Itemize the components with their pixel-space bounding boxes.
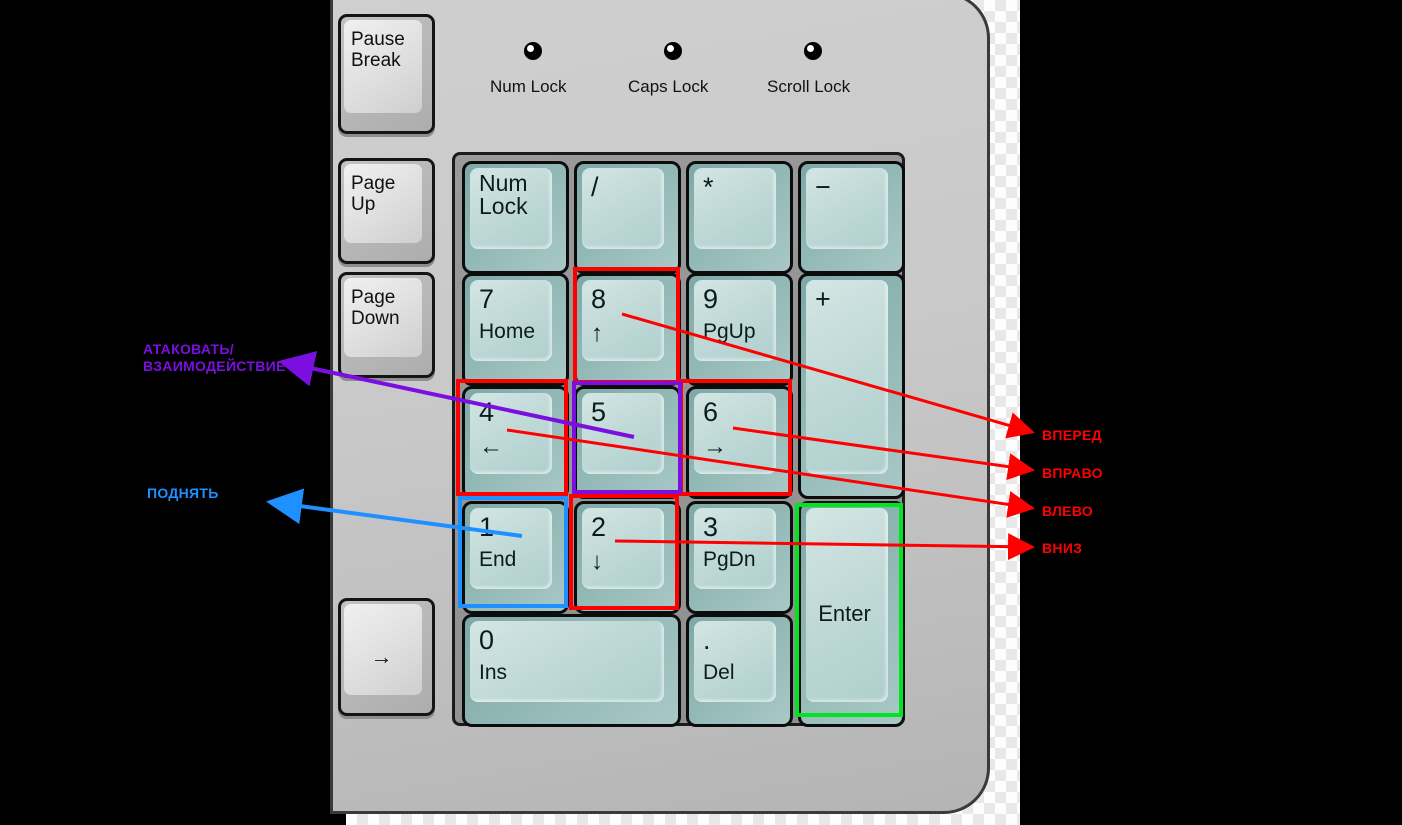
key-2-label: 2: [591, 512, 607, 542]
key-1-end[interactable]: 1 End: [462, 501, 569, 614]
num-lock-led-label: Num Lock: [490, 77, 567, 96]
key-num-lock[interactable]: Num Lock: [462, 161, 569, 274]
key-7-home-sublabel: Home: [479, 320, 536, 343]
key-pause-break-label: Pause Break: [351, 29, 405, 71]
key-4-label: 4: [479, 397, 495, 427]
key-decimal-del[interactable]: . Del: [686, 614, 793, 727]
key-8-up[interactable]: 8 ↑: [574, 273, 681, 386]
key-pause-break[interactable]: Pause Break: [338, 14, 435, 134]
arrow-right-icon: →: [370, 644, 393, 669]
key-page-down-label: Page Down: [351, 287, 400, 329]
arrow-down-icon: ↓: [591, 548, 603, 575]
scroll-lock-led: [804, 42, 822, 60]
key-minus-label: −: [815, 172, 831, 202]
key-9-pgup-sublabel: PgUp: [703, 320, 756, 343]
black-margin-left: [0, 0, 346, 825]
key-7-home[interactable]: 7 Home: [462, 273, 569, 386]
annotation-right-label: ВПРАВО: [1042, 465, 1103, 481]
key-0-ins[interactable]: 0 Ins: [462, 614, 681, 727]
annotation-pickup-label: ПОДНЯТЬ: [147, 485, 219, 501]
key-minus[interactable]: −: [798, 161, 905, 274]
key-3-label: 3: [703, 512, 719, 542]
caps-lock-led-label: Caps Lock: [628, 77, 709, 96]
black-margin-right: [1020, 0, 1402, 825]
key-7-label: 7: [479, 284, 495, 314]
key-1-end-sublabel: End: [479, 548, 517, 571]
key-del-sublabel: Del: [703, 661, 735, 684]
key-page-up[interactable]: Page Up: [338, 158, 435, 264]
arrow-right-icon-key6: →: [703, 433, 727, 460]
key-0-ins-sublabel: Ins: [479, 661, 508, 684]
key-5-label: 5: [591, 397, 607, 427]
key-enter[interactable]: Enter: [798, 501, 905, 727]
key-3-pgdn-sublabel: PgDn: [703, 548, 756, 571]
arrow-left-icon: ←: [479, 433, 503, 460]
key-6-right[interactable]: 6 →: [686, 386, 793, 499]
key-multiply-label: *: [703, 172, 714, 202]
key-page-up-label: Page Up: [351, 173, 396, 215]
annotation-attack-line1: АТАКОВАТЬ/: [143, 341, 234, 357]
num-lock-led: [524, 42, 542, 60]
key-divide-label: /: [591, 172, 599, 202]
key-num-lock-label: Num Lock: [479, 170, 528, 219]
annotation-attack-line2: ВЗАИМОДЕЙСТВИЕ: [143, 358, 286, 374]
key-divide[interactable]: /: [574, 161, 681, 274]
key-9-pgup[interactable]: 9 PgUp: [686, 273, 793, 386]
key-decimal-label: .: [703, 625, 711, 655]
key-3-pgdn[interactable]: 3 PgDn: [686, 501, 793, 614]
key-0-label: 0: [479, 625, 495, 655]
key-5[interactable]: 5: [574, 386, 681, 499]
key-arrow-right[interactable]: →: [338, 598, 435, 716]
key-multiply[interactable]: *: [686, 161, 793, 274]
key-1-label: 1: [479, 512, 495, 542]
key-plus[interactable]: +: [798, 273, 905, 499]
arrow-up-icon: ↑: [591, 320, 603, 347]
annotation-forward-label: ВПЕРЕД: [1042, 427, 1102, 443]
numeric-keypad: Num Lock / * − 7 Home 8 ↑ 9 PgUp + 4 ← 5…: [452, 152, 905, 727]
key-page-down[interactable]: Page Down: [338, 272, 435, 378]
scroll-lock-led-label: Scroll Lock: [767, 77, 851, 96]
key-enter-label: Enter: [818, 601, 871, 626]
key-plus-label: +: [815, 284, 831, 314]
key-2-down[interactable]: 2 ↓: [574, 501, 681, 614]
annotation-attack-label: АТАКОВАТЬ/ ВЗАИМОДЕЙСТВИЕ: [143, 341, 286, 375]
key-8-label: 8: [591, 284, 607, 314]
key-4-left[interactable]: 4 ←: [462, 386, 569, 499]
caps-lock-led: [664, 42, 682, 60]
annotation-down-label: ВНИЗ: [1042, 540, 1083, 556]
key-9-label: 9: [703, 284, 719, 314]
screenshot-stage: Num Lock Caps Lock Scroll Lock Pause Bre…: [0, 0, 1402, 825]
annotation-left-label: ВЛЕВО: [1042, 503, 1094, 519]
key-6-label: 6: [703, 397, 719, 427]
